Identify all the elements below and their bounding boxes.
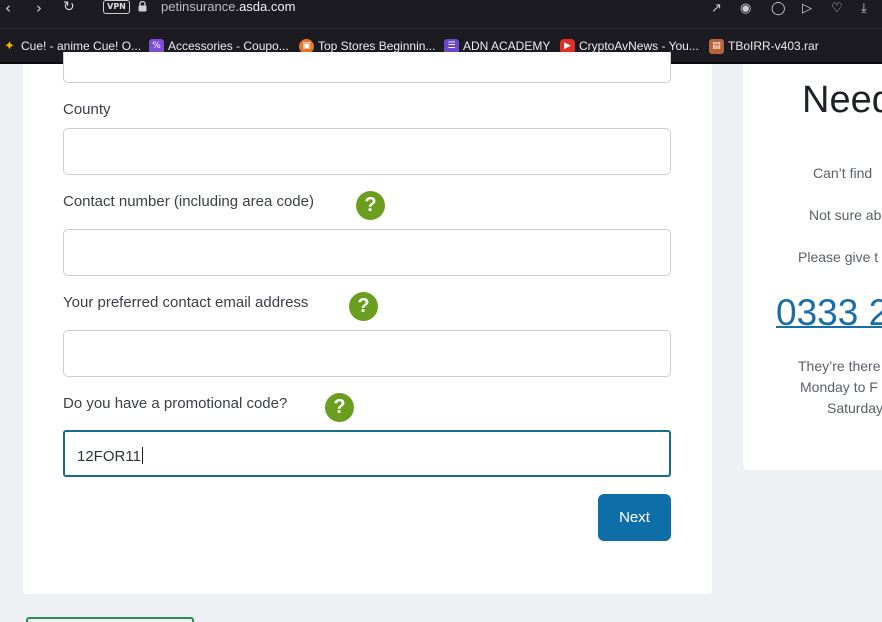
share-icon[interactable]: ↗ [711, 1, 722, 16]
heart-icon[interactable]: ♡ [831, 1, 843, 16]
bookmark-label: Cue! - anime Cue! O... [21, 39, 142, 53]
bookmark-label: CryptoAvNews - You... [579, 39, 699, 53]
promo-code-input[interactable]: 12FOR11 [63, 430, 671, 477]
help-panel-hours-2: Monday to F [800, 379, 878, 395]
text-caret [141, 447, 143, 464]
help-panel: Need Can’t find Not sure ab Please give … [743, 64, 882, 470]
county-input[interactable] [63, 128, 671, 175]
promo-code-help-icon[interactable]: ? [325, 393, 354, 422]
lock-icon [138, 1, 147, 12]
forward-icon[interactable]: › [36, 0, 42, 16]
next-button[interactable]: Next [598, 494, 671, 541]
help-panel-hours-3: Saturday [827, 400, 882, 416]
camera-icon[interactable]: ◉ [740, 1, 751, 16]
send-icon[interactable]: ▷ [802, 1, 812, 16]
promo-code-label: Do you have a promotional code? [63, 395, 288, 412]
download-icon[interactable]: ⤓ [861, 1, 867, 16]
contact-number-input[interactable] [63, 229, 671, 276]
help-panel-line-2: Not sure ab [809, 207, 882, 223]
previous-field-input[interactable] [63, 52, 671, 83]
contact-number-help-icon[interactable]: ? [356, 191, 385, 220]
promo-code-value: 12FOR11 [77, 448, 141, 465]
email-label: Your preferred contact email address [63, 294, 309, 311]
help-panel-phone-link[interactable]: 0333 2 [776, 292, 882, 334]
secondary-button[interactable] [26, 617, 194, 622]
bookmark-tboirr[interactable]: ▤ TBoIRR-v403.rar [709, 37, 819, 55]
help-panel-hours-1: They’re there [798, 358, 881, 374]
help-panel-heading: Need [802, 79, 882, 121]
help-panel-line-3: Please give t [798, 249, 879, 265]
browser-toolbar: ‹ › ↻ VPN petinsurance.asda.com ↗ ◉ ◯ ▷ … [0, 0, 882, 28]
bookmark-label: ADN ACADEMY [463, 39, 551, 53]
contact-number-label: Contact number (including area code) [63, 193, 314, 210]
vpn-badge[interactable]: VPN [103, 0, 130, 14]
email-input[interactable] [63, 330, 671, 377]
shield-icon[interactable]: ◯ [771, 1, 786, 16]
back-icon[interactable]: ‹ [5, 0, 11, 16]
reload-icon[interactable]: ↻ [63, 0, 75, 15]
url-domain: asda.com [239, 0, 296, 14]
address-bar[interactable]: petinsurance.asda.com [161, 0, 295, 14]
url-prefix: petinsurance. [161, 0, 240, 14]
help-panel-line-1: Can’t find [813, 165, 873, 181]
bookmark-label: Top Stores Beginnin... [318, 39, 436, 53]
bookmark-label: TBoIRR-v403.rar [728, 39, 819, 53]
email-help-icon[interactable]: ? [349, 292, 378, 321]
archive-icon: ▤ [709, 38, 724, 54]
county-label: County [63, 101, 111, 118]
sparkle-icon: ✦ [4, 38, 15, 54]
bookmark-label: Accessories - Coupo... [168, 39, 289, 53]
